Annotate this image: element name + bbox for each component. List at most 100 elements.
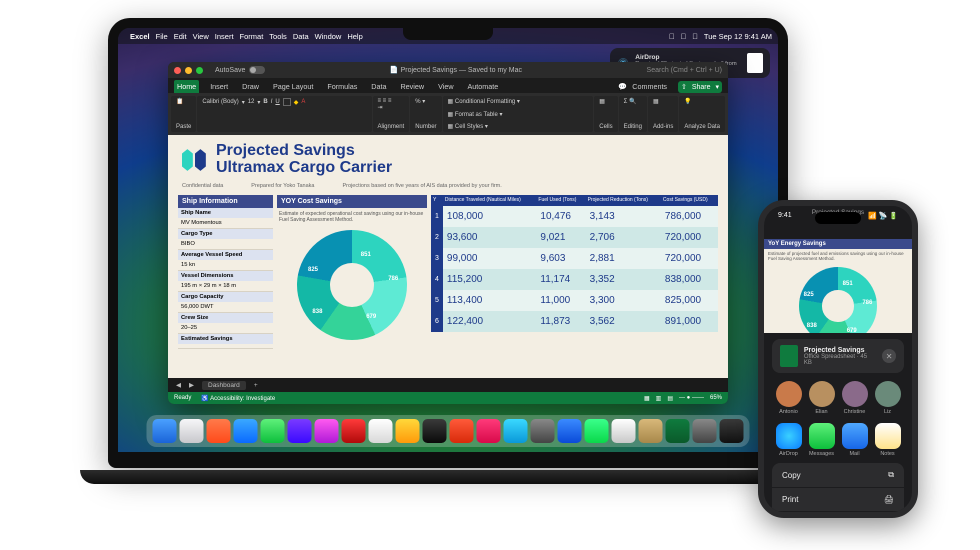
font-size[interactable]: 12 [248, 99, 255, 105]
share-person[interactable]: Christine [842, 381, 868, 415]
wifi-icon[interactable]: 􀙇 [669, 32, 675, 41]
zoom-button[interactable] [196, 67, 203, 74]
add-sheet-button[interactable]: + [254, 382, 258, 389]
menu-data[interactable]: Data [293, 32, 309, 41]
table-row: 399,0009,6032,881720,000 [431, 248, 718, 269]
next-sheet-button[interactable]: ▶ [189, 381, 194, 389]
dock-app-5[interactable] [288, 419, 312, 443]
menu-insert[interactable]: Insert [215, 32, 234, 41]
underline-button[interactable]: U [275, 99, 279, 105]
person-name: Antonio [779, 409, 798, 415]
dock-app-13[interactable] [504, 419, 528, 443]
share-app[interactable]: AirDrop [776, 423, 802, 457]
table-cell: 11,174 [536, 269, 585, 290]
dock-app-21[interactable] [720, 419, 744, 443]
close-button[interactable]: ✕ [882, 349, 896, 363]
document-preview[interactable]: YoY Energy Savings Estimate of projected… [764, 239, 912, 333]
dock-app-18[interactable] [639, 419, 663, 443]
share-app[interactable]: Messages [809, 423, 835, 457]
menu-tools[interactable]: Tools [269, 32, 287, 41]
phone-status-icons: 📶 📡 🔋 [868, 212, 898, 220]
tab-automate[interactable]: Automate [465, 80, 502, 93]
menu-format[interactable]: Format [240, 32, 264, 41]
tab-view[interactable]: View [435, 80, 456, 93]
view-pagelayout-button[interactable]: ▥ [656, 395, 662, 402]
tab-draw[interactable]: Draw [239, 80, 262, 93]
cell-styles-button[interactable]: ▦ Cell Styles ▾ [448, 123, 589, 130]
sheet-tab-dashboard[interactable]: Dashboard [202, 381, 246, 390]
menu-help[interactable]: Help [347, 32, 362, 41]
table-cell: 1 [431, 206, 443, 227]
table-cell: 3,300 [586, 290, 661, 311]
share-app[interactable]: Notes [875, 423, 901, 457]
table-row: 6122,40011,8733,562891,000 [431, 311, 718, 332]
dock-app-2[interactable] [207, 419, 231, 443]
font-color-button[interactable]: A [301, 99, 305, 105]
share-app[interactable]: Mail [842, 423, 868, 457]
file-card[interactable]: Projected Savings Office Spreadsheet · 4… [772, 339, 904, 373]
dock-app-1[interactable] [180, 419, 204, 443]
format-as-table-button[interactable]: ▦ Format as Table ▾ [448, 111, 589, 118]
search-field[interactable]: Search (Cmd + Ctrl + U) [647, 67, 722, 74]
bold-button[interactable]: B [263, 99, 267, 105]
dock-app-4[interactable] [261, 419, 285, 443]
tab-review[interactable]: Review [397, 80, 427, 93]
worksheet[interactable]: Projected SavingsUltramax Cargo Carrier … [168, 135, 728, 378]
dock-app-3[interactable] [234, 419, 258, 443]
tab-insert[interactable]: Insert [207, 80, 231, 93]
search-icon[interactable]: 􀊫 [681, 32, 687, 41]
menu-file[interactable]: File [156, 32, 168, 41]
dock-app-16[interactable] [585, 419, 609, 443]
tab-formulas[interactable]: Formulas [324, 80, 360, 93]
share-person[interactable]: Liz [875, 381, 901, 415]
dock-app-14[interactable] [531, 419, 555, 443]
menu-window[interactable]: Window [315, 32, 342, 41]
phone-time: 9:41 [778, 212, 792, 220]
dock-app-7[interactable] [342, 419, 366, 443]
tab-home[interactable]: Home [174, 80, 199, 93]
app-name[interactable]: Excel [130, 32, 150, 41]
control-center-icon[interactable]: 􀜊 [692, 32, 698, 41]
share-person[interactable]: Elian [809, 381, 835, 415]
print-action[interactable]: Print🖨 [772, 488, 904, 512]
app-name: Messages [809, 451, 834, 457]
menu-view[interactable]: View [193, 32, 209, 41]
share-person[interactable]: Antonio [776, 381, 802, 415]
excel-window: AutoSave 📄 Projected Savings — Saved to … [168, 62, 728, 404]
dock-app-19[interactable] [666, 419, 690, 443]
dock-app-15[interactable] [558, 419, 582, 443]
dock-app-20[interactable] [693, 419, 717, 443]
zoom-slider[interactable]: — ● —— [679, 395, 704, 401]
dock-app-10[interactable] [423, 419, 447, 443]
dock-app-9[interactable] [396, 419, 420, 443]
dock-app-11[interactable] [450, 419, 474, 443]
status-accessibility[interactable]: ♿ Accessibility: Investigate [201, 395, 275, 402]
dock-app-0[interactable] [153, 419, 177, 443]
border-button[interactable] [283, 98, 291, 106]
dynamic-island [815, 212, 861, 224]
menu-edit[interactable]: Edit [174, 32, 187, 41]
zoom-level[interactable]: 65% [710, 395, 722, 401]
fill-color-button[interactable]: ◆ [294, 99, 299, 106]
italic-button[interactable]: I [271, 99, 273, 105]
share-button[interactable]: ⇧ Share ▾ [678, 81, 722, 93]
tab-data[interactable]: Data [368, 80, 389, 93]
view-pagebreak-button[interactable]: ▤ [667, 395, 673, 402]
dock-app-12[interactable] [477, 419, 501, 443]
menubar-datetime[interactable]: Tue Sep 12 9:41 AM [704, 32, 772, 41]
font-name[interactable]: Calibri (Body) [202, 99, 238, 105]
paste-button[interactable]: Paste [176, 124, 191, 130]
tab-pagelayout[interactable]: Page Layout [270, 80, 316, 93]
conditional-formatting-button[interactable]: ▦ Conditional Formatting ▾ [448, 98, 589, 105]
dock-app-17[interactable] [612, 419, 636, 443]
copy-action[interactable]: Copy⧉ [772, 463, 904, 488]
autosave-toggle[interactable]: AutoSave [215, 67, 245, 74]
prev-sheet-button[interactable]: ◀ [176, 381, 181, 389]
dock-app-8[interactable] [369, 419, 393, 443]
comments-button[interactable]: 💬 Comments [615, 80, 673, 93]
autosave-switch[interactable] [249, 66, 265, 74]
view-normal-button[interactable]: ▦ [644, 395, 650, 402]
minimize-button[interactable] [185, 67, 192, 74]
dock-app-6[interactable] [315, 419, 339, 443]
close-button[interactable] [174, 67, 181, 74]
